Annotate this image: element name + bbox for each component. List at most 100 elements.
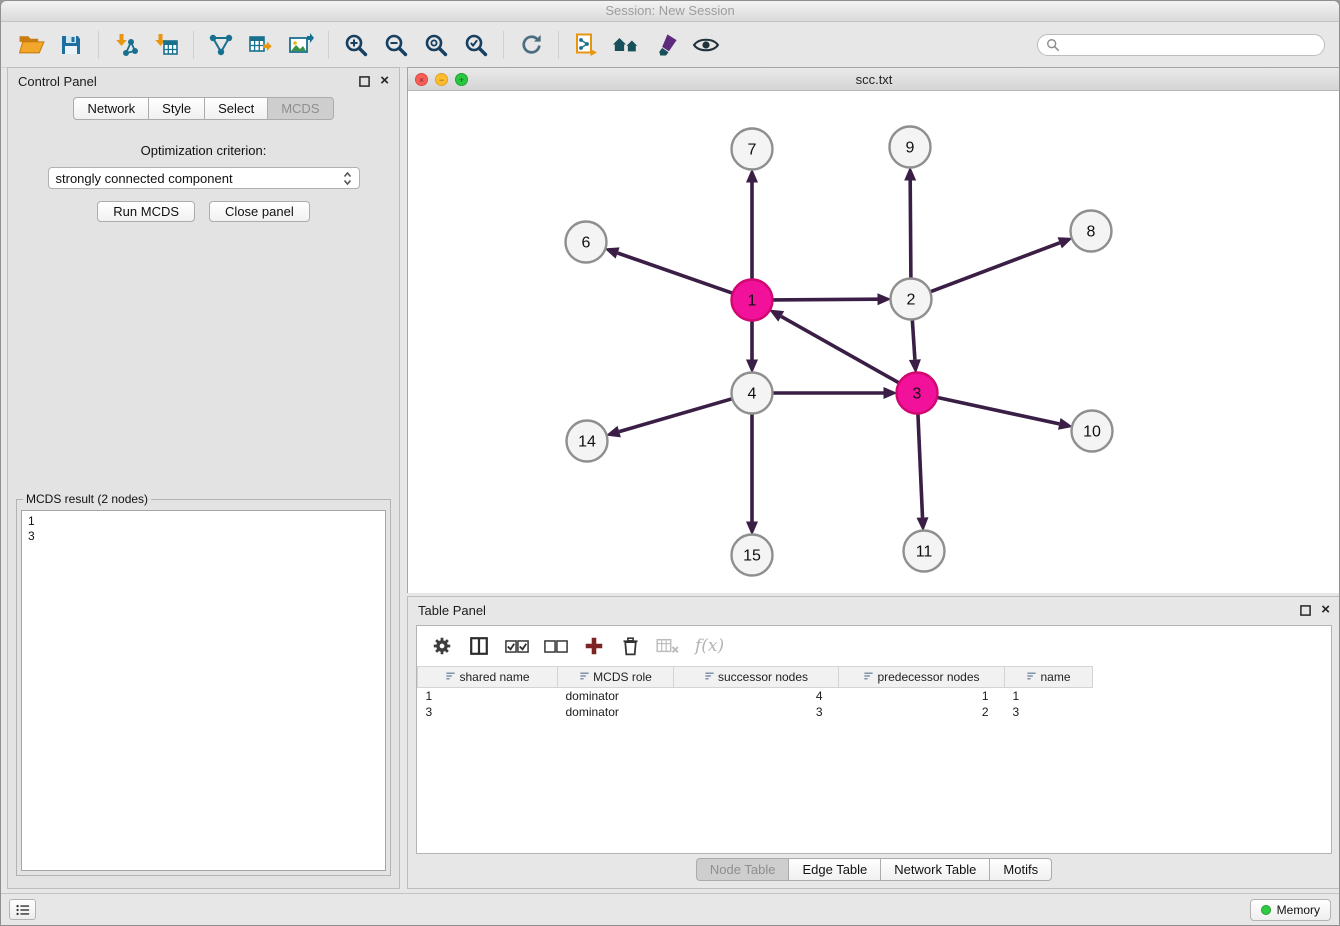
function-builder-button[interactable]: f(x)	[695, 636, 724, 656]
table-cell[interactable]: 1	[839, 688, 1005, 705]
edge-3-11[interactable]	[918, 414, 923, 518]
column-header-name[interactable]: name	[1005, 667, 1093, 688]
column-header-predecessor-nodes[interactable]: predecessor nodes	[839, 667, 1005, 688]
column-header-MCDS-role[interactable]: MCDS role	[558, 667, 674, 688]
node-15[interactable]: 15	[732, 535, 773, 576]
table-cell[interactable]: dominator	[558, 688, 674, 705]
table-tab-edge-table[interactable]: Edge Table	[789, 858, 881, 881]
close-table-panel-icon[interactable]: ×	[1321, 603, 1330, 617]
deselect-all-rows-button[interactable]	[544, 639, 568, 654]
tab-mcds[interactable]: MCDS	[268, 97, 333, 120]
tab-network[interactable]: Network	[73, 97, 149, 120]
tab-select[interactable]: Select	[205, 97, 268, 120]
open-session-button[interactable]	[12, 26, 50, 64]
table-cell[interactable]: dominator	[558, 704, 674, 720]
run-mcds-button[interactable]: Run MCDS	[97, 201, 195, 222]
edge-3-10[interactable]	[937, 397, 1059, 424]
search-input[interactable]	[1065, 36, 1316, 53]
control-panel-tabs: NetworkStyleSelectMCDS	[8, 97, 399, 120]
list-icon	[15, 903, 31, 917]
node-4[interactable]: 4	[732, 373, 773, 414]
import-table-button[interactable]	[147, 26, 185, 64]
table-settings-button[interactable]	[431, 635, 453, 657]
close-panel-icon[interactable]: ×	[380, 74, 389, 88]
add-row-button[interactable]	[583, 635, 605, 657]
table-cell[interactable]: 1	[1005, 688, 1093, 705]
mcds-result-value: 1	[28, 514, 379, 529]
table-cell[interactable]: 3	[418, 704, 558, 720]
table-cell[interactable]: 3	[1005, 704, 1093, 720]
delete-rows-button[interactable]	[620, 636, 641, 657]
edge-1-6[interactable]	[618, 253, 733, 293]
import-network-button[interactable]	[107, 26, 145, 64]
main-toolbar	[1, 22, 1339, 68]
save-session-button[interactable]	[52, 26, 90, 64]
unchecked-boxes-icon	[544, 639, 568, 654]
node-10[interactable]: 10	[1072, 411, 1113, 452]
edge-3-1[interactable]	[781, 316, 899, 383]
delete-table-button[interactable]	[656, 637, 680, 655]
tab-style[interactable]: Style	[149, 97, 205, 120]
svg-text:11: 11	[916, 544, 933, 561]
node-3[interactable]: 3	[897, 373, 938, 414]
close-window-icon[interactable]: ×	[415, 73, 428, 86]
maximize-window-icon[interactable]: +	[455, 73, 468, 86]
column-header-successor-nodes[interactable]: successor nodes	[674, 667, 839, 688]
split-columns-icon	[468, 635, 490, 657]
table-row[interactable]: 3dominator323	[418, 704, 1332, 720]
network-canvas[interactable]: 7 9 6 8 1 2 4 3 14 10 15 11	[408, 91, 1340, 593]
fit-content-button[interactable]	[607, 26, 645, 64]
table-tab-network-table[interactable]: Network Table	[881, 858, 990, 881]
select-all-rows-button[interactable]	[505, 639, 529, 654]
split-columns-button[interactable]	[468, 635, 490, 657]
node-6[interactable]: 6	[566, 222, 607, 263]
duplicate-network-button[interactable]	[567, 26, 605, 64]
export-image-button[interactable]	[282, 26, 320, 64]
table-tab-node-table[interactable]: Node Table	[696, 858, 790, 881]
show-panels-button[interactable]	[9, 899, 36, 920]
table-tab-motifs[interactable]: Motifs	[990, 858, 1052, 881]
network-window-titlebar[interactable]: × − + scc.txt	[408, 68, 1340, 91]
table-row[interactable]: 1dominator411	[418, 688, 1332, 705]
edge-2-8[interactable]	[930, 243, 1059, 292]
apply-style-button[interactable]	[647, 26, 685, 64]
zoom-out-button[interactable]	[377, 26, 415, 64]
memory-button[interactable]: Memory	[1250, 899, 1331, 921]
window-titlebar[interactable]: Session: New Session	[1, 1, 1339, 22]
edge-2-9[interactable]	[910, 181, 911, 279]
node-2[interactable]: 2	[891, 279, 932, 320]
table-cell[interactable]: 4	[674, 688, 839, 705]
node-7[interactable]: 7	[732, 129, 773, 170]
edge-2-3[interactable]	[912, 320, 915, 360]
node-1[interactable]: 1	[732, 280, 773, 321]
mcds-result-box[interactable]: 13	[21, 510, 386, 871]
close-mcds-panel-button[interactable]: Close panel	[209, 201, 310, 222]
node-14[interactable]: 14	[567, 421, 608, 462]
import-network-icon	[113, 32, 139, 58]
minimize-window-icon[interactable]: −	[435, 73, 448, 86]
refresh-view-button[interactable]	[512, 26, 550, 64]
table-cell[interactable]: 2	[839, 704, 1005, 720]
table-cell[interactable]: 1	[418, 688, 558, 705]
node-11[interactable]: 11	[904, 531, 945, 572]
new-network-button[interactable]	[202, 26, 240, 64]
column-header-shared-name[interactable]: shared name	[418, 667, 558, 688]
zoom-selected-button[interactable]	[457, 26, 495, 64]
zoom-in-button[interactable]	[337, 26, 375, 64]
control-panel-title: Control Panel	[18, 74, 97, 89]
zoom-fit-button[interactable]	[417, 26, 455, 64]
float-table-panel-icon[interactable]	[1300, 605, 1311, 616]
float-panel-icon[interactable]	[359, 76, 370, 87]
node-8[interactable]: 8	[1071, 211, 1112, 252]
show-graphics-details-button[interactable]	[687, 26, 725, 64]
criterion-dropdown[interactable]: strongly connected component	[48, 167, 360, 189]
mcds-buttons-row: Run MCDS Close panel	[8, 201, 399, 222]
node-9[interactable]: 9	[890, 127, 931, 168]
edge-4-14[interactable]	[619, 399, 732, 432]
export-table-button[interactable]	[242, 26, 280, 64]
control-panel: Control Panel × NetworkStyleSelectMCDS O…	[7, 67, 400, 889]
edge-1-2[interactable]	[773, 299, 878, 300]
table-cell[interactable]: 3	[674, 704, 839, 720]
search-box[interactable]	[1037, 34, 1325, 56]
checked-boxes-icon	[505, 639, 529, 654]
